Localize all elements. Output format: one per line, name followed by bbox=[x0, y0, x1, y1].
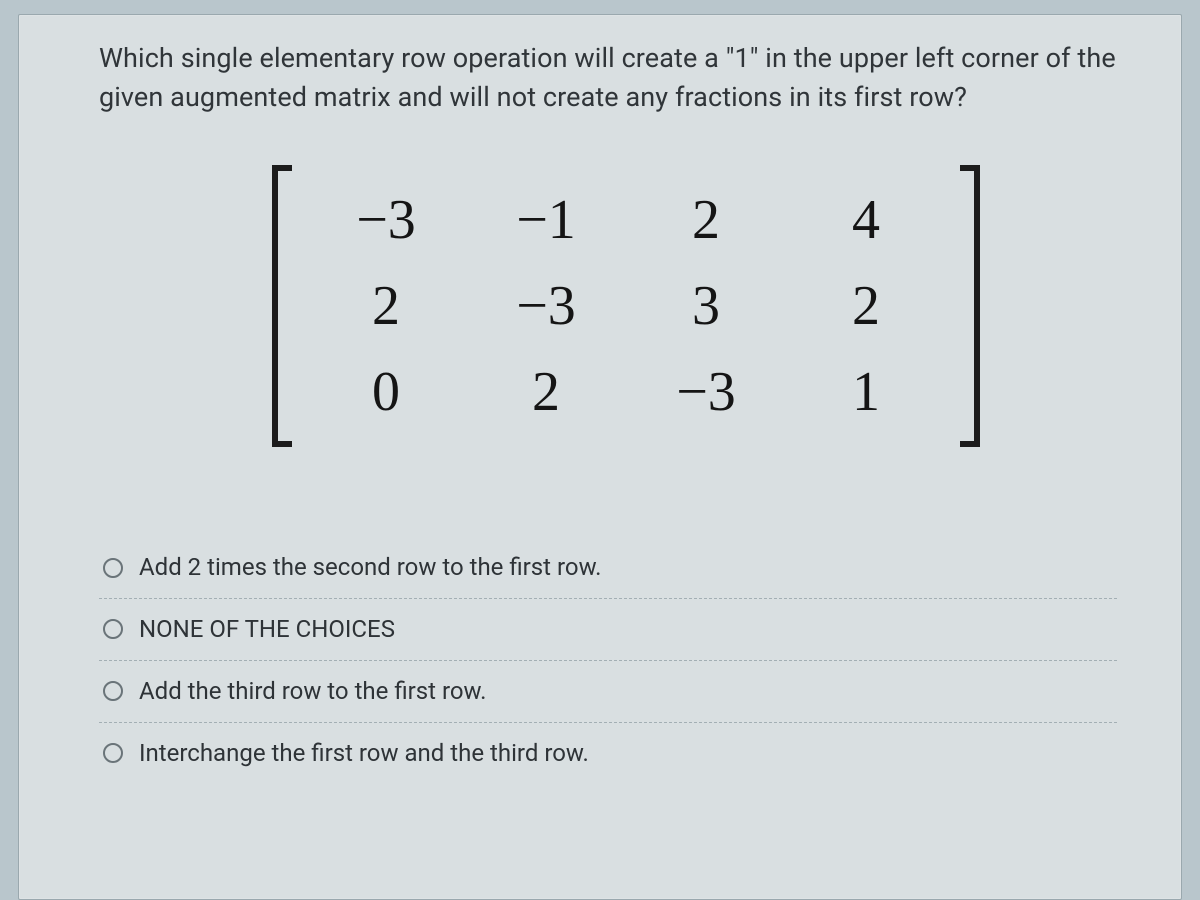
radio-icon[interactable] bbox=[103, 681, 123, 701]
radio-icon[interactable] bbox=[103, 619, 123, 639]
choice-label: NONE OF THE CHOICES bbox=[139, 615, 395, 644]
matrix-cell: −3 bbox=[356, 192, 416, 248]
augmented-matrix: −3 −1 2 4 2 −3 3 2 0 2 −3 1 bbox=[272, 165, 980, 447]
matrix-cell: −3 bbox=[676, 364, 736, 420]
question-card: Which single elementary row operation wi… bbox=[18, 14, 1182, 900]
choice-option[interactable]: NONE OF THE CHOICES bbox=[99, 598, 1117, 660]
matrix-cell: −3 bbox=[516, 278, 576, 334]
question-prompt: Which single elementary row operation wi… bbox=[99, 39, 1117, 117]
matrix-cell: −1 bbox=[516, 192, 576, 248]
matrix-container: −3 −1 2 4 2 −3 3 2 0 2 −3 1 bbox=[99, 165, 1117, 447]
matrix-cell: 2 bbox=[852, 278, 880, 334]
choice-option[interactable]: Add 2 times the second row to the first … bbox=[99, 537, 1117, 598]
matrix-grid: −3 −1 2 4 2 −3 3 2 0 2 −3 1 bbox=[296, 165, 956, 447]
matrix-cell: 1 bbox=[852, 364, 880, 420]
choice-label: Add the third row to the first row. bbox=[139, 677, 486, 706]
bracket-left-icon bbox=[272, 165, 292, 447]
matrix-cell: 0 bbox=[372, 364, 400, 420]
answer-choices: Add 2 times the second row to the first … bbox=[99, 537, 1117, 783]
bracket-right-icon bbox=[960, 165, 980, 447]
matrix-cell: 2 bbox=[692, 192, 720, 248]
choice-option[interactable]: Add the third row to the first row. bbox=[99, 660, 1117, 722]
radio-icon[interactable] bbox=[103, 558, 123, 578]
choice-label: Interchange the first row and the third … bbox=[139, 739, 589, 768]
matrix-cell: 2 bbox=[372, 278, 400, 334]
matrix-cell: 4 bbox=[852, 192, 880, 248]
matrix-cell: 2 bbox=[532, 364, 560, 420]
choice-option[interactable]: Interchange the first row and the third … bbox=[99, 722, 1117, 784]
radio-icon[interactable] bbox=[103, 743, 123, 763]
choice-label: Add 2 times the second row to the first … bbox=[139, 553, 601, 582]
matrix-cell: 3 bbox=[692, 278, 720, 334]
